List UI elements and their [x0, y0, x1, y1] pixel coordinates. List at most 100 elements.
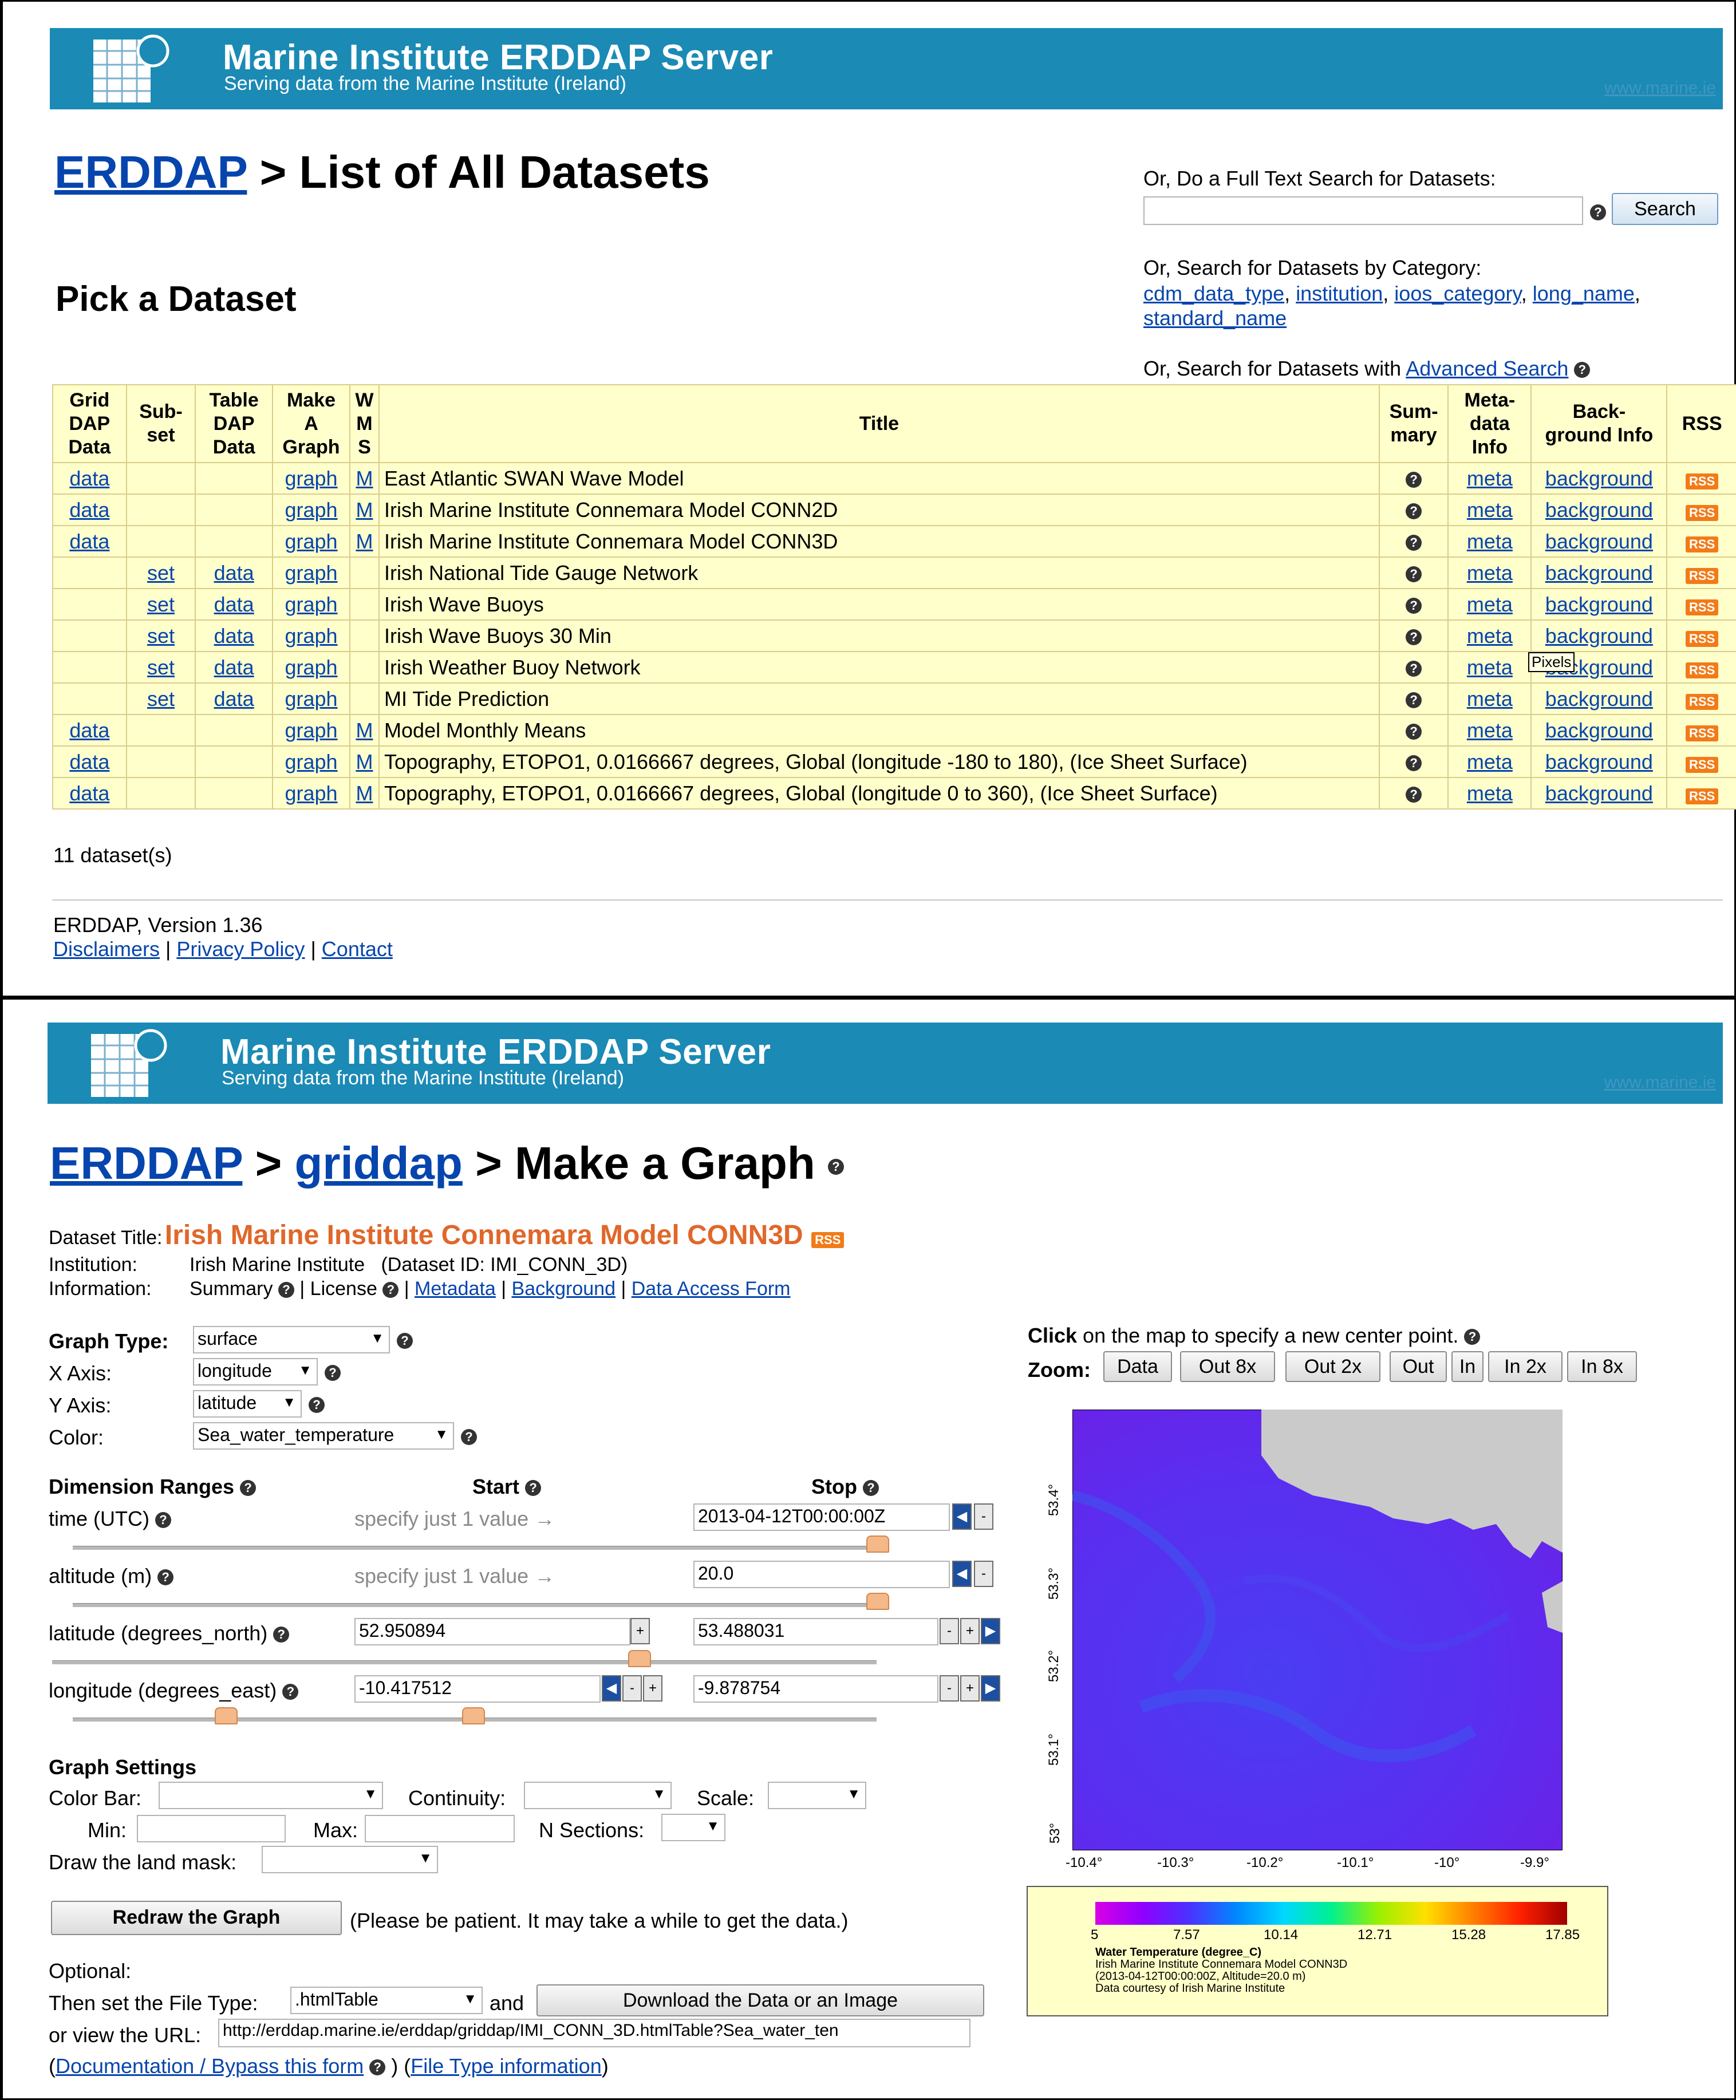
rss-icon[interactable]: RSS — [1686, 504, 1719, 521]
tabledap-data-link[interactable]: data — [214, 656, 254, 679]
longitude-start-minus-button[interactable]: - — [622, 1675, 642, 1702]
make-graph-link[interactable]: graph — [285, 656, 337, 679]
help-icon[interactable]: ? — [1590, 204, 1606, 220]
category-link-standard-name[interactable]: standard_name — [1143, 306, 1287, 330]
color-bar-select[interactable]: ▼ — [159, 1782, 383, 1809]
longitude-stop-plus-button[interactable]: + — [960, 1675, 980, 1702]
wms-link[interactable]: M — [356, 750, 373, 773]
latitude-stop-minus-button[interactable]: - — [940, 1618, 959, 1644]
griddap-data-link[interactable]: data — [69, 498, 109, 522]
time-slider-track[interactable] — [73, 1546, 877, 1550]
zoom-in-2x-button[interactable]: In 2x — [1488, 1351, 1563, 1382]
file-type-select[interactable]: .htmlTable ▼ — [290, 1987, 483, 2014]
background-link[interactable]: background — [1545, 498, 1653, 522]
color-variable-select[interactable]: Sea_water_temperature ▼ — [193, 1422, 454, 1450]
time-slider-thumb[interactable] — [866, 1535, 889, 1553]
background-link[interactable]: background — [1545, 750, 1653, 773]
subset-link[interactable]: set — [147, 561, 175, 585]
latitude-stop-plus-button[interactable]: + — [960, 1618, 980, 1644]
wms-link[interactable]: M — [356, 719, 373, 742]
make-graph-link[interactable]: graph — [285, 781, 337, 805]
url-input[interactable]: http://erddap.marine.ie/erddap/griddap/I… — [218, 2019, 970, 2047]
background-link[interactable]: background — [1545, 624, 1653, 648]
help-icon[interactable]: ? — [309, 1397, 325, 1413]
wms-link[interactable]: M — [356, 467, 373, 490]
metadata-link[interactable]: meta — [1467, 498, 1513, 522]
help-icon[interactable]: ? — [863, 1480, 879, 1497]
download-button[interactable]: Download the Data or an Image — [536, 1984, 984, 2016]
help-icon[interactable]: ? — [1464, 1329, 1481, 1345]
help-icon[interactable]: ? — [240, 1480, 257, 1497]
altitude-prev-button[interactable]: ◀ — [952, 1561, 972, 1587]
summary-help-icon[interactable]: ? — [1406, 755, 1422, 771]
latitude-start-plus-button[interactable]: + — [630, 1618, 650, 1644]
metadata-link[interactable]: meta — [1467, 593, 1513, 616]
help-icon[interactable]: ? — [382, 1282, 399, 1298]
help-icon[interactable]: ? — [1574, 362, 1591, 378]
latitude-stop-input[interactable]: 53.488031 — [693, 1618, 938, 1645]
max-input[interactable] — [365, 1815, 515, 1842]
rss-icon[interactable]: RSS — [1686, 599, 1719, 615]
zoom-in-8x-button[interactable]: In 8x — [1567, 1351, 1637, 1382]
metadata-link[interactable]: Metadata — [415, 1278, 496, 1300]
full-text-search-input[interactable] — [1143, 196, 1583, 225]
rss-icon[interactable]: RSS — [1686, 756, 1719, 773]
make-graph-link[interactable]: graph — [285, 687, 337, 710]
category-link-cdm-data-type[interactable]: cdm_data_type — [1143, 282, 1284, 305]
zoom-out-button[interactable]: Out — [1390, 1351, 1447, 1382]
rss-icon[interactable]: RSS — [811, 1232, 845, 1248]
make-graph-link[interactable]: graph — [285, 719, 337, 742]
tabledap-data-link[interactable]: data — [214, 624, 254, 648]
file-type-info-link[interactable]: File Type information — [411, 2054, 602, 2078]
altitude-minus-button[interactable]: - — [974, 1561, 993, 1587]
latitude-slider-track[interactable] — [52, 1660, 877, 1664]
min-input[interactable] — [137, 1815, 286, 1842]
summary-help-icon[interactable]: ? — [1406, 629, 1422, 645]
background-link[interactable]: background — [1545, 687, 1653, 710]
longitude-slider-start-thumb[interactable] — [215, 1707, 238, 1724]
griddap-data-link[interactable]: data — [69, 719, 109, 742]
background-link[interactable]: background — [1545, 467, 1653, 490]
redraw-graph-button[interactable]: Redraw the Graph — [51, 1901, 342, 1935]
altitude-slider-thumb[interactable] — [866, 1593, 889, 1610]
longitude-prev-button[interactable]: ◀ — [602, 1675, 621, 1702]
help-icon[interactable]: ? — [397, 1333, 413, 1349]
scale-select[interactable]: ▼ — [768, 1782, 866, 1809]
zoom-out-2x-button[interactable]: Out 2x — [1285, 1351, 1380, 1382]
latitude-start-input[interactable]: 52.950894 — [354, 1618, 630, 1645]
erddap-home-link[interactable]: ERDDAP — [50, 1138, 242, 1189]
longitude-slider-stop-thumb[interactable] — [462, 1707, 485, 1724]
subset-link[interactable]: set — [147, 656, 175, 679]
summary-help-icon[interactable]: ? — [1406, 660, 1422, 677]
advanced-search-link[interactable]: Advanced Search — [1406, 357, 1568, 380]
metadata-link[interactable]: meta — [1467, 530, 1513, 553]
rss-icon[interactable]: RSS — [1686, 693, 1719, 710]
latitude-slider-thumb[interactable] — [628, 1650, 651, 1667]
rss-icon[interactable]: RSS — [1686, 662, 1719, 678]
tabledap-data-link[interactable]: data — [214, 687, 254, 710]
griddap-data-link[interactable]: data — [69, 781, 109, 805]
summary-help-icon[interactable]: ? — [1406, 723, 1422, 740]
rss-icon[interactable]: RSS — [1686, 725, 1719, 741]
metadata-link[interactable]: meta — [1467, 561, 1513, 585]
metadata-link[interactable]: meta — [1467, 719, 1513, 742]
time-minus-button[interactable]: - — [974, 1503, 993, 1530]
data-access-form-link[interactable]: Data Access Form — [632, 1278, 791, 1300]
rss-icon[interactable]: RSS — [1686, 567, 1719, 584]
x-axis-select[interactable]: longitude ▼ — [193, 1358, 318, 1385]
y-axis-select[interactable]: latitude ▼ — [193, 1390, 302, 1418]
metadata-link[interactable]: meta — [1467, 467, 1513, 490]
help-icon[interactable]: ? — [282, 1684, 299, 1700]
background-link[interactable]: background — [1545, 593, 1653, 616]
zoom-data-button[interactable]: Data — [1103, 1351, 1172, 1382]
erddap-home-link[interactable]: ERDDAP — [54, 147, 247, 198]
altitude-slider-track[interactable] — [73, 1603, 877, 1607]
background-link[interactable]: background — [1545, 781, 1653, 805]
background-link[interactable]: background — [1545, 719, 1653, 742]
subset-link[interactable]: set — [147, 624, 175, 648]
summary-help-icon[interactable]: ? — [1406, 471, 1422, 488]
metadata-link[interactable]: meta — [1467, 656, 1513, 679]
make-graph-link[interactable]: graph — [285, 467, 337, 490]
summary-help-icon[interactable]: ? — [1406, 692, 1422, 708]
wms-link[interactable]: M — [356, 781, 373, 805]
